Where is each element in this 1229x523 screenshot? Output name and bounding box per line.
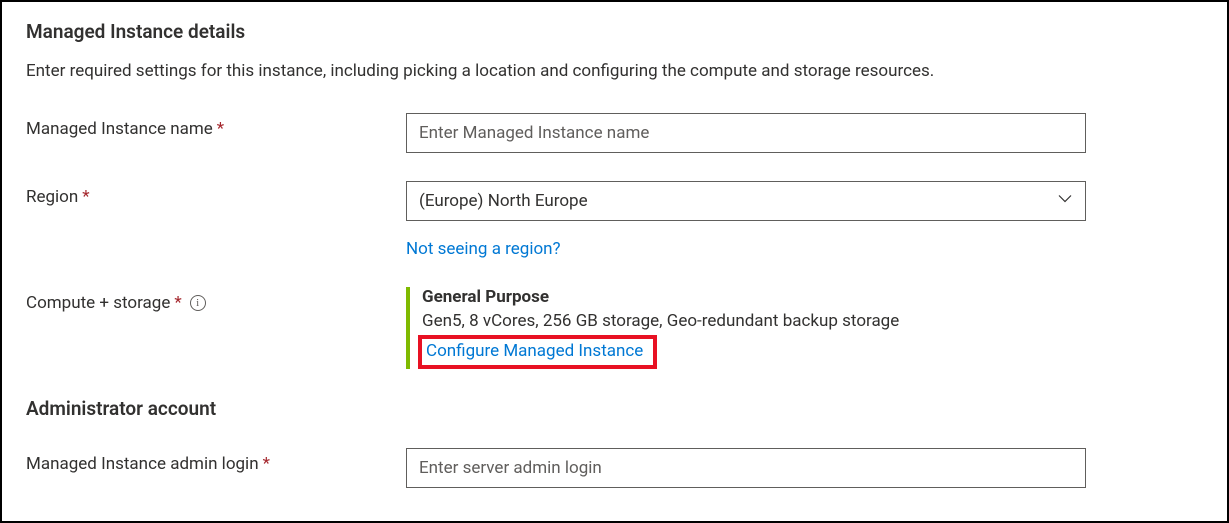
managed-instance-form: Managed Instance details Enter required … — [0, 0, 1229, 523]
label-admin-login: Managed Instance admin login * — [26, 448, 406, 474]
label-region-text: Region — [26, 187, 78, 207]
control-wrap-region: (Europe) North Europe — [406, 181, 1086, 221]
row-admin-login: Managed Instance admin login * — [26, 448, 1203, 488]
control-wrap-instance-name — [406, 113, 1086, 153]
label-instance-name: Managed Instance name * — [26, 113, 406, 139]
section-description: Enter required settings for this instanc… — [26, 61, 1203, 81]
compute-summary-block: General Purpose Gen5, 8 vCores, 256 GB s… — [406, 287, 1086, 369]
row-instance-name: Managed Instance name * — [26, 113, 1203, 153]
label-compute-storage: Compute + storage * i — [26, 287, 406, 313]
required-asterisk: * — [82, 187, 89, 207]
configure-managed-instance-link[interactable]: Configure Managed Instance — [426, 341, 643, 361]
label-admin-login-text: Managed Instance admin login — [26, 454, 259, 474]
chevron-down-icon — [1057, 191, 1073, 212]
control-wrap-admin-login — [406, 448, 1086, 488]
instance-name-input[interactable] — [406, 113, 1086, 153]
region-selected-value: (Europe) North Europe — [419, 191, 588, 211]
compute-tier: General Purpose — [422, 287, 1086, 307]
region-select[interactable]: (Europe) North Europe — [406, 181, 1086, 221]
info-icon[interactable]: i — [190, 295, 206, 311]
required-asterisk: * — [263, 454, 270, 474]
required-asterisk: * — [174, 293, 181, 313]
section-title-admin: Administrator account — [26, 397, 1203, 420]
region-help-link[interactable]: Not seeing a region? — [406, 239, 561, 259]
region-help-row: Not seeing a region? — [406, 239, 1203, 259]
configure-link-highlight: Configure Managed Instance — [418, 335, 657, 369]
label-region: Region * — [26, 181, 406, 207]
section-title-details: Managed Instance details — [26, 20, 1203, 43]
row-region: Region * (Europe) North Europe — [26, 181, 1203, 221]
admin-login-input[interactable] — [406, 448, 1086, 488]
label-instance-name-text: Managed Instance name — [26, 119, 213, 139]
label-compute-storage-text: Compute + storage — [26, 293, 170, 313]
required-asterisk: * — [217, 119, 224, 139]
control-wrap-compute: General Purpose Gen5, 8 vCores, 256 GB s… — [406, 287, 1086, 369]
compute-specs: Gen5, 8 vCores, 256 GB storage, Geo-redu… — [422, 311, 1086, 331]
row-compute-storage: Compute + storage * i General Purpose Ge… — [26, 287, 1203, 369]
